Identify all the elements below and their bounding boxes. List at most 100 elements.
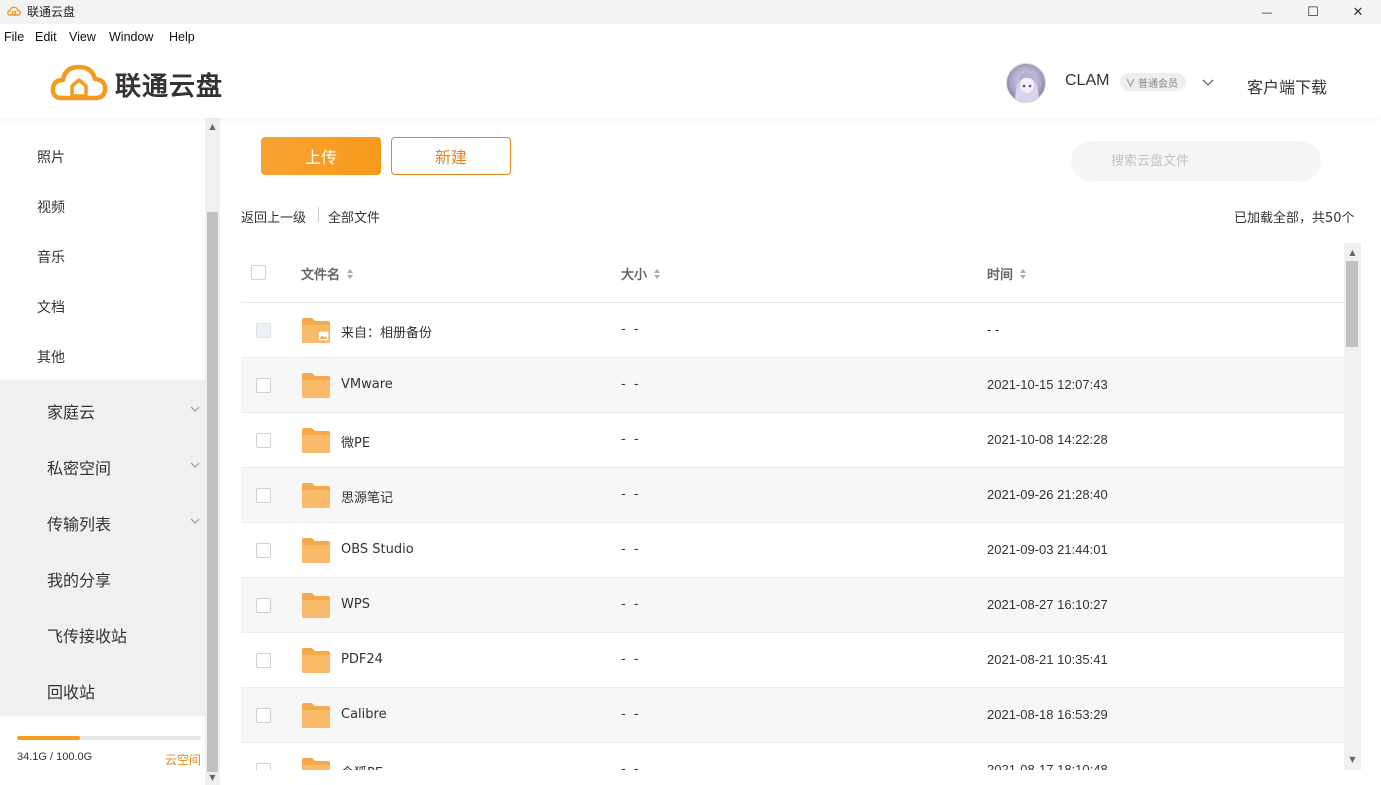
sidebar-item-transfer-inbox[interactable]: 飞传接收站 bbox=[47, 623, 127, 647]
quota-progress-bar bbox=[17, 736, 201, 740]
folder-icon bbox=[301, 755, 331, 770]
sidebar-category-other[interactable]: 其他 bbox=[37, 347, 65, 367]
file-list-scroll-thumb[interactable] bbox=[1346, 261, 1358, 347]
sidebar-scrollbar[interactable]: ▲ ▼ bbox=[205, 118, 220, 785]
scroll-up-arrow-icon[interactable]: ▲ bbox=[1345, 245, 1360, 259]
column-header-time[interactable]: 时间 bbox=[987, 264, 1027, 283]
file-name[interactable]: 令狐PE bbox=[341, 762, 383, 770]
sidebar-category-photos[interactable]: 照片 bbox=[37, 147, 65, 167]
sidebar-category-videos[interactable]: 视频 bbox=[37, 197, 65, 217]
file-table: 文件名 大小 时间 来自：相册备份 - - - - VMware - - 2021-10-… bbox=[241, 243, 1344, 770]
column-header-size[interactable]: 大小 bbox=[621, 264, 661, 283]
file-time: 2021-10-15 12:07:43 bbox=[987, 377, 1108, 392]
select-all-checkbox[interactable] bbox=[251, 265, 266, 280]
sidebar: 照片 视频 音乐 文档 其他 家庭云 私密空间 传输列表 我的分享 飞传接收站 … bbox=[0, 118, 220, 785]
file-name[interactable]: 微PE bbox=[341, 432, 370, 451]
row-checkbox[interactable] bbox=[256, 543, 271, 558]
column-header-name[interactable]: 文件名 bbox=[301, 264, 354, 283]
close-button[interactable]: ✕ bbox=[1335, 0, 1381, 24]
sidebar-item-family-cloud[interactable]: 家庭云 bbox=[47, 399, 95, 423]
file-time: 2021-08-27 16:10:27 bbox=[987, 597, 1108, 612]
sort-icon[interactable] bbox=[653, 268, 661, 280]
folder-icon bbox=[301, 480, 331, 510]
folder-icon bbox=[301, 535, 331, 565]
menu-edit[interactable]: Edit bbox=[35, 30, 57, 44]
table-row[interactable]: 微PE - - 2021-10-08 14:22:28 bbox=[241, 413, 1344, 468]
row-checkbox[interactable] bbox=[256, 433, 271, 448]
table-row[interactable]: OBS Studio - - 2021-09-03 21:44:01 bbox=[241, 523, 1344, 578]
file-time: 2021-09-03 21:44:01 bbox=[987, 542, 1108, 557]
table-row[interactable]: 来自：相册备份 - - - - bbox=[241, 303, 1344, 358]
app-header: 联通云盘 CLAM 普通会员 客户端下载 bbox=[0, 48, 1381, 118]
file-name[interactable]: 思源笔记 bbox=[341, 487, 393, 506]
table-row[interactable]: Calibre - - 2021-08-18 16:53:29 bbox=[241, 688, 1344, 743]
client-download-link[interactable]: 客户端下载 bbox=[1247, 74, 1327, 98]
scroll-down-arrow-icon[interactable]: ▼ bbox=[205, 770, 220, 784]
quota-text: 34.1G / 100.0G bbox=[17, 751, 93, 763]
chevron-down-icon[interactable] bbox=[189, 403, 201, 415]
file-name[interactable]: 来自：相册备份 bbox=[341, 322, 432, 341]
folder-icon bbox=[301, 370, 331, 400]
row-checkbox[interactable] bbox=[256, 653, 271, 668]
chevron-down-icon[interactable] bbox=[189, 459, 201, 471]
avatar-figure-icon bbox=[1015, 72, 1039, 102]
file-name[interactable]: VMware bbox=[341, 377, 393, 392]
scroll-down-arrow-icon[interactable]: ▼ bbox=[1345, 752, 1360, 766]
row-checkbox[interactable] bbox=[256, 378, 271, 393]
table-row[interactable]: PDF24 - - 2021-08-21 10:35:41 bbox=[241, 633, 1344, 688]
file-time: 2021-08-17 18:10:48 bbox=[987, 762, 1108, 770]
search-input[interactable] bbox=[1071, 141, 1321, 181]
table-row[interactable]: VMware - - 2021-10-15 12:07:43 bbox=[241, 358, 1344, 413]
upload-button[interactable]: 上传 bbox=[261, 137, 381, 175]
file-name[interactable]: Calibre bbox=[341, 707, 387, 722]
menu-file[interactable]: File bbox=[4, 30, 24, 44]
storage-quota: 34.1G / 100.0G 云空间 bbox=[0, 716, 205, 785]
row-checkbox[interactable] bbox=[256, 598, 271, 613]
avatar[interactable] bbox=[1006, 63, 1046, 103]
sidebar-item-recycle-bin[interactable]: 回收站 bbox=[47, 679, 95, 703]
sidebar-item-my-shares[interactable]: 我的分享 bbox=[47, 567, 111, 591]
sidebar-category-documents[interactable]: 文档 bbox=[37, 297, 65, 317]
file-name[interactable]: PDF24 bbox=[341, 652, 383, 667]
file-name[interactable]: WPS bbox=[341, 597, 370, 612]
file-time: 2021-10-08 14:22:28 bbox=[987, 432, 1108, 447]
table-row[interactable]: WPS - - 2021-08-27 16:10:27 bbox=[241, 578, 1344, 633]
sidebar-item-transfer-list[interactable]: 传输列表 bbox=[47, 511, 111, 535]
app-cloud-icon bbox=[7, 6, 21, 16]
row-checkbox[interactable] bbox=[256, 488, 271, 503]
file-time: 2021-09-26 21:28:40 bbox=[987, 487, 1108, 502]
row-checkbox[interactable] bbox=[256, 708, 271, 723]
sidebar-scroll-thumb[interactable] bbox=[207, 212, 218, 772]
logo-cloud-icon bbox=[50, 64, 108, 101]
cloud-space-link[interactable]: 云空间 bbox=[165, 751, 201, 768]
sidebar-item-private-space[interactable]: 私密空间 bbox=[47, 455, 111, 479]
file-name[interactable]: OBS Studio bbox=[341, 542, 414, 557]
sidebar-nav-group: 家庭云 私密空间 传输列表 我的分享 飞传接收站 回收站 bbox=[0, 380, 205, 716]
menu-window[interactable]: Window bbox=[109, 30, 153, 44]
username[interactable]: CLAM bbox=[1065, 72, 1109, 90]
column-header-name-label: 文件名 bbox=[301, 268, 341, 283]
menu-view[interactable]: View bbox=[69, 30, 96, 44]
maximize-button[interactable]: ☐ bbox=[1290, 0, 1336, 24]
sort-icon[interactable] bbox=[346, 268, 354, 280]
row-checkbox[interactable] bbox=[256, 323, 271, 338]
table-row[interactable]: 令狐PE - - 2021-08-17 18:10:48 bbox=[241, 743, 1344, 770]
file-list-scrollbar[interactable]: ▲ ▼ bbox=[1344, 243, 1361, 770]
minimize-button[interactable]: — bbox=[1244, 0, 1290, 24]
chevron-down-icon[interactable] bbox=[189, 515, 201, 527]
row-checkbox[interactable] bbox=[256, 763, 271, 770]
back-link[interactable]: 返回上一级 bbox=[241, 207, 306, 226]
table-row[interactable]: 思源笔记 - - 2021-09-26 21:28:40 bbox=[241, 468, 1344, 523]
sidebar-category-music[interactable]: 音乐 bbox=[37, 247, 65, 267]
breadcrumb-all-files[interactable]: 全部文件 bbox=[328, 207, 380, 226]
user-menu-chevron-down-icon[interactable] bbox=[1201, 75, 1215, 89]
menu-bar: File Edit View Window Help bbox=[0, 26, 1381, 48]
folder-icon bbox=[301, 645, 331, 675]
quota-progress-fill bbox=[17, 736, 80, 740]
folder-icon bbox=[301, 700, 331, 730]
scroll-up-arrow-icon[interactable]: ▲ bbox=[205, 119, 220, 133]
sort-icon[interactable] bbox=[1019, 268, 1027, 280]
logo-text: 联通云盘 bbox=[115, 72, 224, 102]
menu-help[interactable]: Help bbox=[169, 30, 195, 44]
new-button[interactable]: 新建 bbox=[391, 137, 511, 175]
